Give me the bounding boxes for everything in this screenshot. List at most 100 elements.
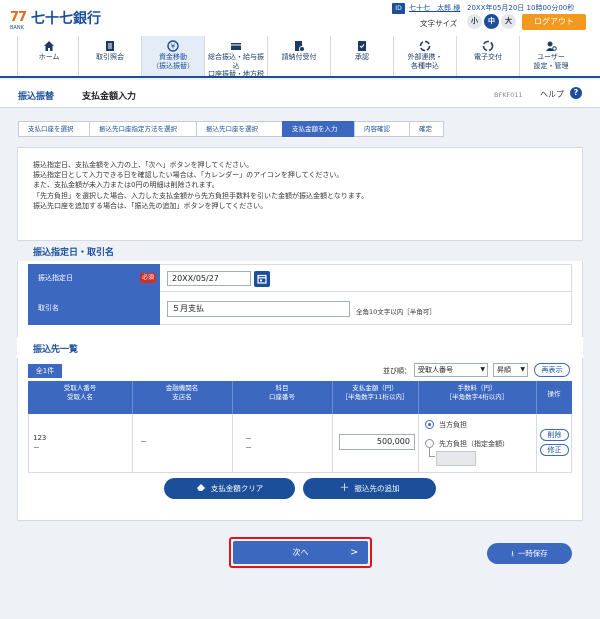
home-icon	[18, 40, 80, 53]
transaction-name-input[interactable]: ５月支払	[167, 301, 350, 317]
menu-item-label-2: 口座振替・地方税	[208, 70, 264, 78]
card-icon	[205, 40, 267, 53]
fee-amount-input[interactable]	[436, 451, 476, 466]
last-login-time: 20XX年05月20日 10時00分00秒	[467, 4, 575, 12]
sort-order-select[interactable]: 昇順 ▼	[493, 363, 528, 377]
section-date-title: 振込指定日・取引名	[33, 248, 115, 258]
step-2: 振込先口座指定方法を選択	[89, 121, 198, 137]
menu-item-label-2: 設定・管理	[533, 61, 569, 70]
header-amount: 支払金額（円） ［半角数字11桁以内］	[341, 384, 409, 401]
instruction-line: 振込指定日として入力できる日を確認したい場合は、「カレンダー」のアイコンを押して…	[33, 171, 344, 180]
fee-option-payee-side-label: 先方負担（指定金額）	[439, 440, 509, 448]
header-bank: 金融機関名 支店名	[165, 384, 199, 401]
header-account: 科目 口座番号	[269, 384, 295, 401]
step-5: 内容確認	[354, 121, 411, 137]
sort-key-value: 受取人番号	[418, 366, 453, 374]
delete-button[interactable]: 削除	[540, 429, 569, 441]
menu-item-label: 承認	[355, 53, 369, 61]
menu-item-8[interactable]: 電子交付	[456, 36, 519, 76]
header-payee: 受取人番号 受取人名	[63, 384, 97, 401]
menu-item-label: 取引照会	[96, 53, 124, 61]
user-settings-icon	[520, 40, 582, 53]
chevron-down-icon: ▼	[480, 366, 485, 373]
section-list-title: 振込先一覧	[33, 345, 79, 355]
menu-item-label: ユーザー	[537, 53, 565, 61]
approval-icon	[331, 40, 393, 53]
fee-radio-payee-side[interactable]	[425, 439, 434, 448]
menu-item-label: 請納付受付	[281, 53, 317, 61]
name-note: 全角10文字以内［半角可］	[356, 308, 436, 316]
page-title: 支払金額入力	[82, 92, 137, 102]
eraser-icon	[196, 478, 206, 499]
instruction-line: 「先方負担」を選択した場合、入力した支払金額から先方負担手数料を引いた金額が振込…	[33, 191, 369, 200]
screen-id: BFKF011	[494, 91, 523, 99]
menu-item-3[interactable]: ¥ 資金移動 （振込振替）	[141, 36, 204, 76]
menu-item-label-2: 各種申込	[411, 61, 439, 70]
font-size-small-button[interactable]: 小	[467, 14, 482, 29]
logout-button[interactable]: ログアウト	[522, 14, 586, 30]
page-category: 振込振替	[18, 92, 55, 102]
save-icon: ⭳	[511, 549, 514, 558]
link-icon	[394, 40, 456, 53]
sort-order-value: 昇順	[497, 366, 511, 374]
menu-item-label-2: （振込振替）	[152, 61, 194, 70]
clear-amount-button[interactable]: 支払金額クリア	[164, 478, 295, 499]
money-transfer-icon: ¥	[142, 40, 204, 53]
menu-item-7[interactable]: 外部連携・ 各種申込	[393, 36, 456, 76]
required-badge: 必須	[140, 273, 156, 283]
font-size-medium-button[interactable]: 中	[484, 14, 499, 29]
document-list-icon	[79, 40, 141, 53]
menu-item-6[interactable]: 承認	[330, 36, 393, 76]
temporary-save-button[interactable]: ⭳ 一時保存	[487, 543, 572, 564]
instruction-line: 振込先口座を追加する場合は、「振込先の追加」ボタンを押してください。	[33, 201, 268, 210]
redisplay-button[interactable]: 再表示	[534, 363, 570, 377]
bank-logo-text[interactable]: 七十七銀行	[31, 12, 101, 26]
help-link[interactable]: ヘルプ	[540, 89, 564, 100]
name-label: 取引名	[28, 292, 160, 325]
calendar-icon[interactable]	[254, 271, 270, 287]
payee-number: 123	[33, 434, 47, 442]
menu-item-label: 資金移動	[159, 53, 187, 61]
add-payee-button[interactable]: ＋振込先の追加	[303, 478, 436, 499]
plus-icon: ＋	[339, 483, 350, 494]
bank-name: －	[140, 438, 147, 446]
section-list-title-bar	[17, 337, 583, 358]
menu-item-5[interactable]: 請納付受付	[267, 36, 330, 76]
instructions: 振込指定日、支払金額を入力の上、「次へ」ボタンを押してください。 振込指定日とし…	[33, 160, 563, 211]
header-fee: 手数料（円） ［半角数字4桁以内］	[445, 384, 509, 401]
sort-key-select[interactable]: 受取人番号 ▼	[414, 363, 488, 377]
menu-item-4[interactable]: 総合振込・給与振込 口座振替・地方税	[204, 36, 267, 78]
edit-button[interactable]: 修正	[540, 444, 569, 456]
menu-item-label: 電子交付	[474, 53, 502, 61]
instruction-line: 振込指定日、支払金額を入力の上、「次へ」ボタンを押してください。	[33, 161, 254, 169]
payment-icon	[268, 40, 330, 53]
svg-text:¥: ¥	[171, 43, 176, 51]
menu-item-1[interactable]: ホーム	[17, 36, 80, 76]
step-3: 振込先口座を選択	[196, 121, 284, 137]
step-4: 支払金額を入力	[282, 121, 356, 137]
transfer-date-input[interactable]: 20XX/05/27	[167, 271, 251, 286]
menu-item-label: 外部連携・	[407, 53, 443, 61]
bank-logo-sub: BANK	[10, 25, 24, 31]
header-operation: 操作	[547, 390, 561, 398]
instruction-line: また、支払金額が未入力または0円の明細は削除されます。	[33, 181, 219, 190]
next-button[interactable]: 次へ	[233, 541, 368, 564]
electronic-delivery-icon	[457, 40, 519, 53]
fee-radio-our-side[interactable]	[425, 420, 434, 429]
menu-item-9[interactable]: ユーザー 設定・管理	[519, 36, 582, 76]
font-size-label: 文字サイズ	[420, 19, 458, 28]
help-icon[interactable]: ?	[570, 87, 582, 99]
amount-input[interactable]: 500,000	[339, 434, 415, 450]
sort-label: 並び順：	[383, 367, 411, 375]
user-icon: ID	[392, 3, 405, 14]
fee-option-our-side-label: 当方負担	[439, 421, 467, 429]
step-6: 確定	[409, 121, 444, 137]
font-size-large-button[interactable]: 大	[501, 14, 516, 29]
menu-item-label: 総合振込・給与振込	[208, 53, 264, 70]
bank-logo-mark: 77	[10, 10, 27, 25]
step-1: 支払口座を選択	[18, 121, 91, 137]
user-name-link[interactable]: 七十七 太郎 様	[409, 3, 460, 13]
account-number: －	[245, 444, 252, 452]
payee-name: －	[33, 444, 40, 452]
menu-item-2[interactable]: 取引照会	[78, 36, 141, 76]
